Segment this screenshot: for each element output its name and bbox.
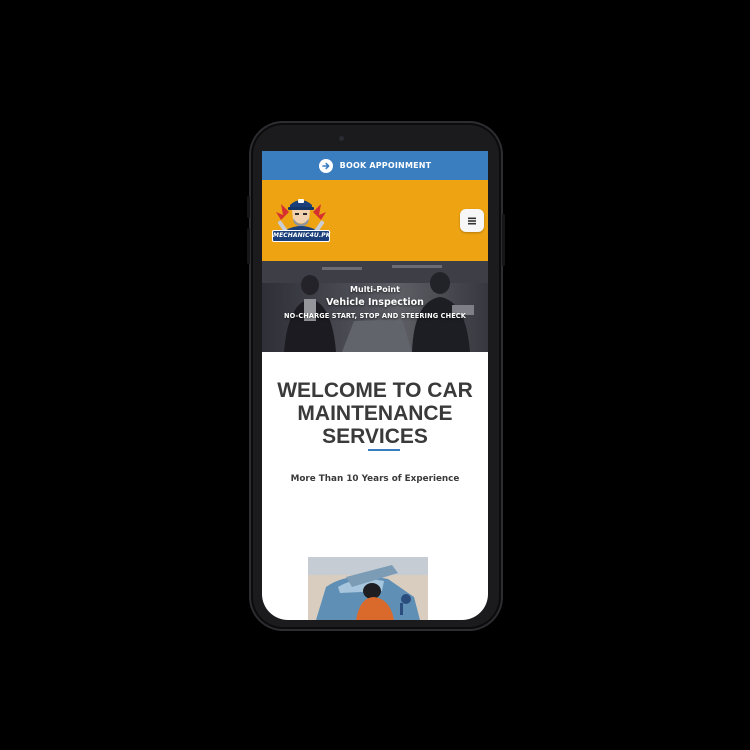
site-header: MECHANIC4U.PK <box>262 180 488 261</box>
hero-kicker: Multi-Point <box>350 285 400 294</box>
logo-wordmark: MECHANIC4U.PK <box>272 230 330 242</box>
hero-title: Vehicle Inspection <box>326 297 424 308</box>
car-service-image <box>308 557 428 620</box>
phone-side-button <box>502 214 505 266</box>
experience-tagline: More Than 10 Years of Experience <box>290 474 460 484</box>
welcome-line-2: MAINTENANCE <box>297 402 453 425</box>
hero-banner: Multi-Point Vehicle Inspection NO-CHARGE… <box>262 261 488 352</box>
heading-underline <box>368 449 400 451</box>
hero-subtitle: NO-CHARGE START, STOP AND STEERING CHECK <box>284 312 466 320</box>
phone-screen: BOOK APPOINMENT MECHANIC4U.PK Multi-Poin… <box>262 151 488 620</box>
book-appointment-bar[interactable]: BOOK APPOINMENT <box>262 151 488 180</box>
phone-side-button <box>247 196 250 218</box>
arrow-right-circle-icon <box>318 158 333 173</box>
book-appointment-label: BOOK APPOINMENT <box>339 161 432 170</box>
mechanic-at-work-illustration <box>308 557 428 620</box>
site-logo[interactable]: MECHANIC4U.PK <box>272 190 330 248</box>
phone-side-button <box>247 228 250 264</box>
welcome-line-3: SERVICES <box>322 425 428 448</box>
welcome-line-1: WELCOME TO CAR <box>277 379 473 402</box>
hamburger-menu-icon <box>468 217 476 224</box>
front-camera <box>339 136 344 141</box>
menu-button[interactable] <box>460 209 484 232</box>
welcome-heading: WELCOME TO CAR MAINTENANCE SERVICES <box>262 379 488 448</box>
